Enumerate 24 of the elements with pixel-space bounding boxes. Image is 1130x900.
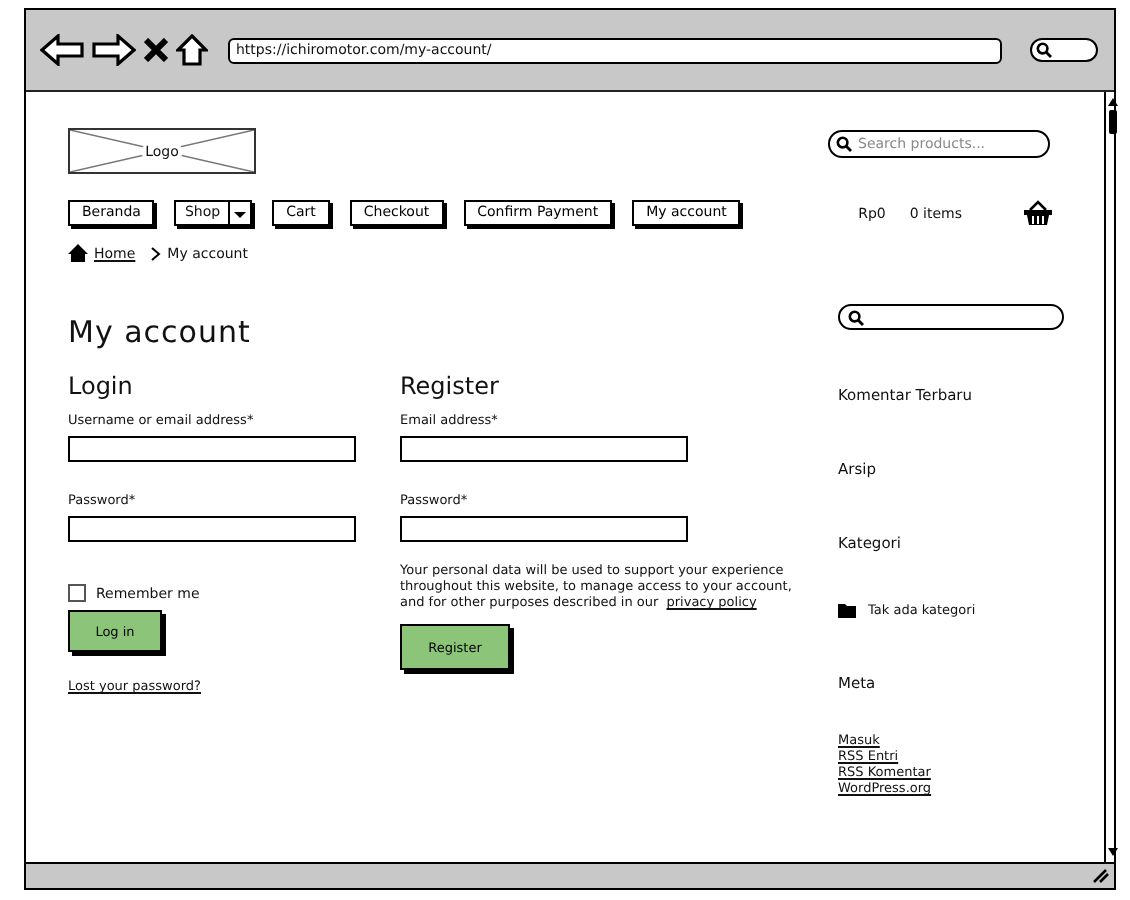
basket-icon[interactable] <box>1022 200 1054 226</box>
checkbox[interactable] <box>68 584 86 602</box>
search-icon <box>848 309 864 325</box>
section-title: Login <box>68 372 133 400</box>
input-field[interactable] <box>68 516 356 542</box>
chevron-icon <box>149 245 162 261</box>
scroll-down-icon[interactable] <box>1106 846 1120 858</box>
input-field[interactable] <box>400 516 688 542</box>
input-field[interactable] <box>400 436 688 462</box>
page-title: My account <box>68 314 253 350</box>
search-field[interactable] <box>838 304 1064 330</box>
resize-grip-icon[interactable] <box>1092 868 1110 884</box>
folder-icon <box>838 603 856 617</box>
search-field[interactable] <box>1030 38 1098 62</box>
search-icon <box>1036 42 1052 58</box>
forward-icon[interactable] <box>92 34 136 66</box>
back-icon[interactable] <box>40 34 84 66</box>
home-icon <box>68 244 88 262</box>
home-icon[interactable] <box>176 34 208 66</box>
scroll-thumb-icon[interactable] <box>1106 96 1120 136</box>
close-icon[interactable] <box>144 38 168 62</box>
input-field[interactable] <box>68 436 356 462</box>
search-icon <box>836 135 852 151</box>
section-title: Register <box>400 372 499 400</box>
